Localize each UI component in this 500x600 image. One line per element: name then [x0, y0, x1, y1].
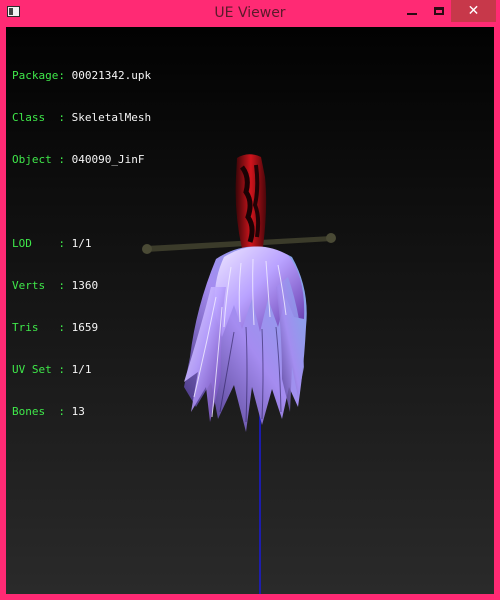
- close-icon: ✕: [467, 3, 480, 19]
- minimize-button[interactable]: [398, 0, 426, 22]
- maximize-button[interactable]: [425, 0, 453, 22]
- app-window: UE Viewer ✕ Package: 00021342.upk Class …: [0, 0, 500, 600]
- hair-mesh: [184, 246, 307, 432]
- handle-mesh: [235, 154, 267, 249]
- skeletal-mesh-render: [142, 154, 336, 594]
- close-button[interactable]: ✕: [451, 0, 496, 22]
- title-bar[interactable]: UE Viewer ✕: [0, 0, 500, 26]
- minimize-icon: [407, 13, 417, 15]
- maximize-icon: [434, 7, 444, 15]
- 3d-viewport[interactable]: Package: 00021342.upk Class : SkeletalMe…: [6, 27, 494, 594]
